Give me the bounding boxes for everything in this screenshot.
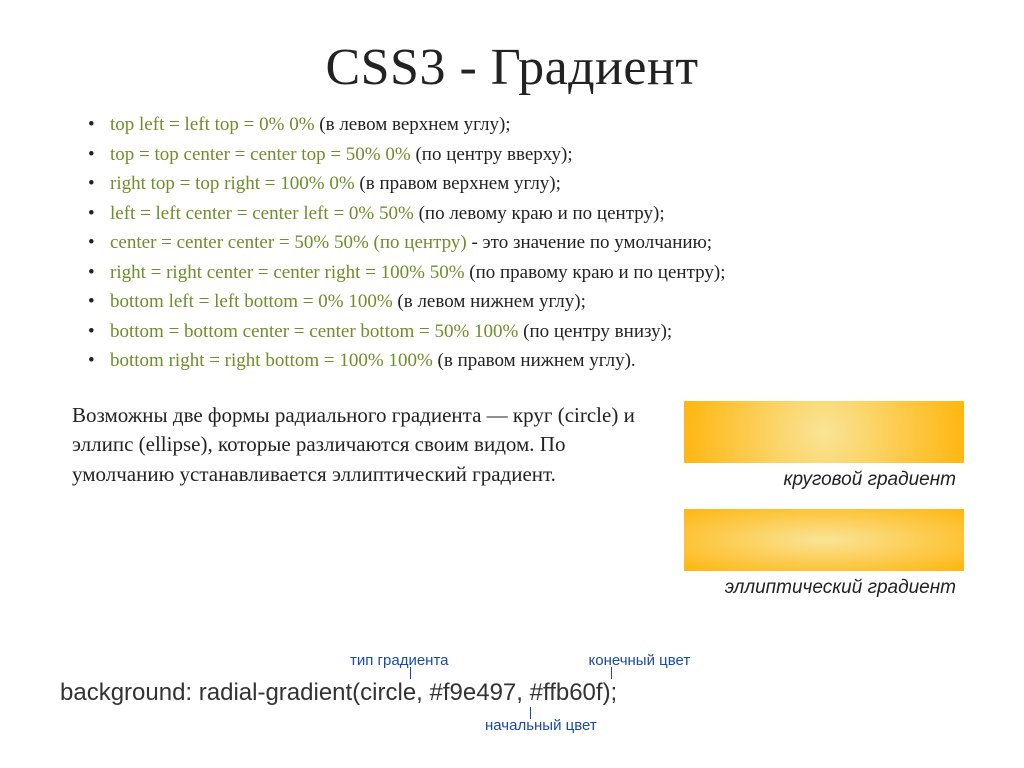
position-keyword: bottom left = left bottom = 0% 100% xyxy=(110,291,393,312)
position-keyword: right = right center = center right = 10… xyxy=(110,262,465,283)
annotation-type: тип градиента xyxy=(350,652,449,669)
position-keyword: center = center center = 50% 50% (по цен… xyxy=(110,232,467,253)
middle-row: Возможны две формы радиального градиента… xyxy=(60,401,964,617)
position-tail: (по центру вверху); xyxy=(411,144,573,165)
annotation-start-color: начальный цвет xyxy=(485,717,964,734)
list-item: top left = left top = 0% 0% (в левом вер… xyxy=(88,111,964,139)
ellipse-gradient-swatch xyxy=(684,509,964,571)
page-title: CSS3 - Градиент xyxy=(60,38,964,97)
position-tail: (в правом верхнем углу); xyxy=(355,173,561,194)
position-tail: (в левом верхнем углу); xyxy=(315,114,511,135)
position-tail: (по центру внизу); xyxy=(518,321,672,342)
tick-line xyxy=(611,667,612,679)
description-text: Возможны две формы радиального градиента… xyxy=(60,401,636,489)
list-item: left = left center = center left = 0% 50… xyxy=(88,200,964,228)
position-keyword: bottom = bottom center = center bottom =… xyxy=(110,321,518,342)
tick-line xyxy=(410,667,411,679)
position-tail: (по правому краю и по центру); xyxy=(465,262,726,283)
position-tail: (в правом нижнем углу). xyxy=(433,350,636,371)
list-item: right top = top right = 100% 0% (в право… xyxy=(88,170,964,198)
code-line: background: radial-gradient(circle, #f9e… xyxy=(60,679,964,707)
slide: CSS3 - Градиент top left = left top = 0%… xyxy=(0,0,1024,768)
list-item: bottom left = left bottom = 0% 100% (в л… xyxy=(88,288,964,316)
position-tail: - это значение по умолчанию; xyxy=(467,232,712,253)
gradient-samples: круговой градиент эллиптический градиент xyxy=(664,401,964,617)
position-keyword: top left = left top = 0% 0% xyxy=(110,114,315,135)
position-keyword: left = left center = center left = 0% 50… xyxy=(110,203,414,224)
position-tail: (по левому краю и по центру); xyxy=(414,203,665,224)
list-item: right = right center = center right = 10… xyxy=(88,259,964,287)
position-list: top left = left top = 0% 0% (в левом вер… xyxy=(60,111,964,375)
list-item: bottom right = right bottom = 100% 100% … xyxy=(88,347,964,375)
position-keyword: right top = top right = 100% 0% xyxy=(110,173,355,194)
annotation-end-color: конечный цвет xyxy=(589,652,691,669)
position-keyword: bottom right = right bottom = 100% 100% xyxy=(110,350,433,371)
list-item: top = top center = center top = 50% 0% (… xyxy=(88,141,964,169)
position-tail: (в левом нижнем углу); xyxy=(393,291,586,312)
code-diagram: тип градиента конечный цвет background: … xyxy=(60,652,964,734)
list-item: bottom = bottom center = center bottom =… xyxy=(88,318,964,346)
ellipse-caption: эллиптический градиент xyxy=(664,571,964,617)
list-item: center = center center = 50% 50% (по цен… xyxy=(88,229,964,257)
circle-caption: круговой градиент xyxy=(664,463,964,509)
circle-gradient-swatch xyxy=(684,401,964,463)
position-keyword: top = top center = center top = 50% 0% xyxy=(110,144,411,165)
